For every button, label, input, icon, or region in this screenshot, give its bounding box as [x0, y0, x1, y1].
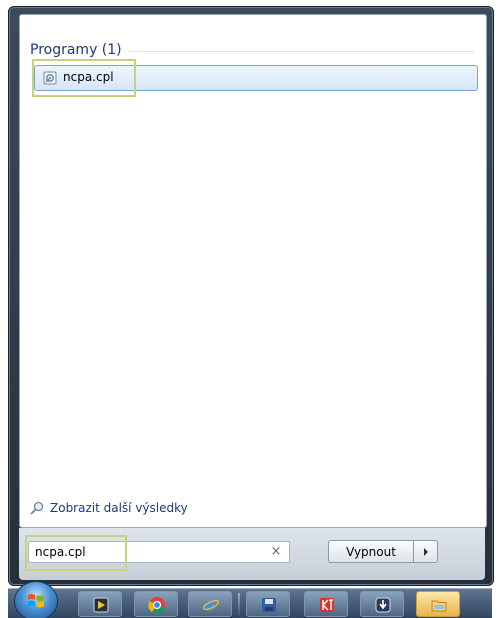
media-app-icon	[93, 597, 109, 613]
result-item-label: ncpa.cpl	[63, 70, 114, 84]
taskbar: e	[8, 581, 492, 618]
save-app-icon	[262, 598, 276, 612]
taskbar-save-app[interactable]	[246, 591, 290, 617]
taskbar-media-app[interactable]	[78, 591, 122, 617]
start-menu-bottom-strip: × Vypnout	[19, 528, 485, 580]
search-results-panel: Programy (1) ncpa.cpl Zobrazit další výs…	[19, 14, 487, 528]
folder-icon	[431, 600, 447, 612]
shutdown-options-button[interactable]	[414, 540, 438, 563]
svg-text:e: e	[205, 596, 215, 614]
taskbar-separator	[238, 593, 240, 615]
group-divider-line	[129, 50, 474, 52]
download-app-icon	[375, 597, 391, 613]
start-button[interactable]	[14, 581, 58, 618]
taskbar-folder[interactable]	[416, 591, 460, 617]
kt-app-icon	[320, 598, 334, 612]
control-panel-file-icon	[43, 71, 57, 85]
results-group-title: Programy (1)	[30, 42, 122, 58]
more-results-link[interactable]: Zobrazit další výsledky	[30, 499, 188, 517]
arrow-right-icon	[423, 547, 428, 556]
search-input[interactable]	[35, 544, 255, 560]
shutdown-control: Vypnout	[328, 540, 438, 563]
start-orb-icon	[28, 594, 44, 608]
clear-search-icon[interactable]: ×	[269, 545, 283, 559]
internet-explorer-icon: e	[203, 596, 219, 614]
taskbar-kt-app[interactable]	[304, 591, 348, 617]
chrome-icon	[148, 597, 165, 614]
taskbar-download-app[interactable]	[360, 591, 404, 617]
taskbar-internet-explorer[interactable]: e	[188, 591, 232, 617]
taskbar-chrome[interactable]	[134, 591, 178, 617]
more-results-label: Zobrazit další výsledky	[50, 501, 188, 515]
result-item-ncpa[interactable]: ncpa.cpl	[34, 65, 478, 91]
search-box[interactable]: ×	[28, 541, 290, 563]
results-group-header: Programy (1)	[30, 39, 474, 61]
screen: Programy (1) ncpa.cpl Zobrazit další výs…	[0, 0, 498, 618]
magnifier-icon	[30, 501, 44, 515]
shutdown-button[interactable]: Vypnout	[328, 540, 414, 563]
